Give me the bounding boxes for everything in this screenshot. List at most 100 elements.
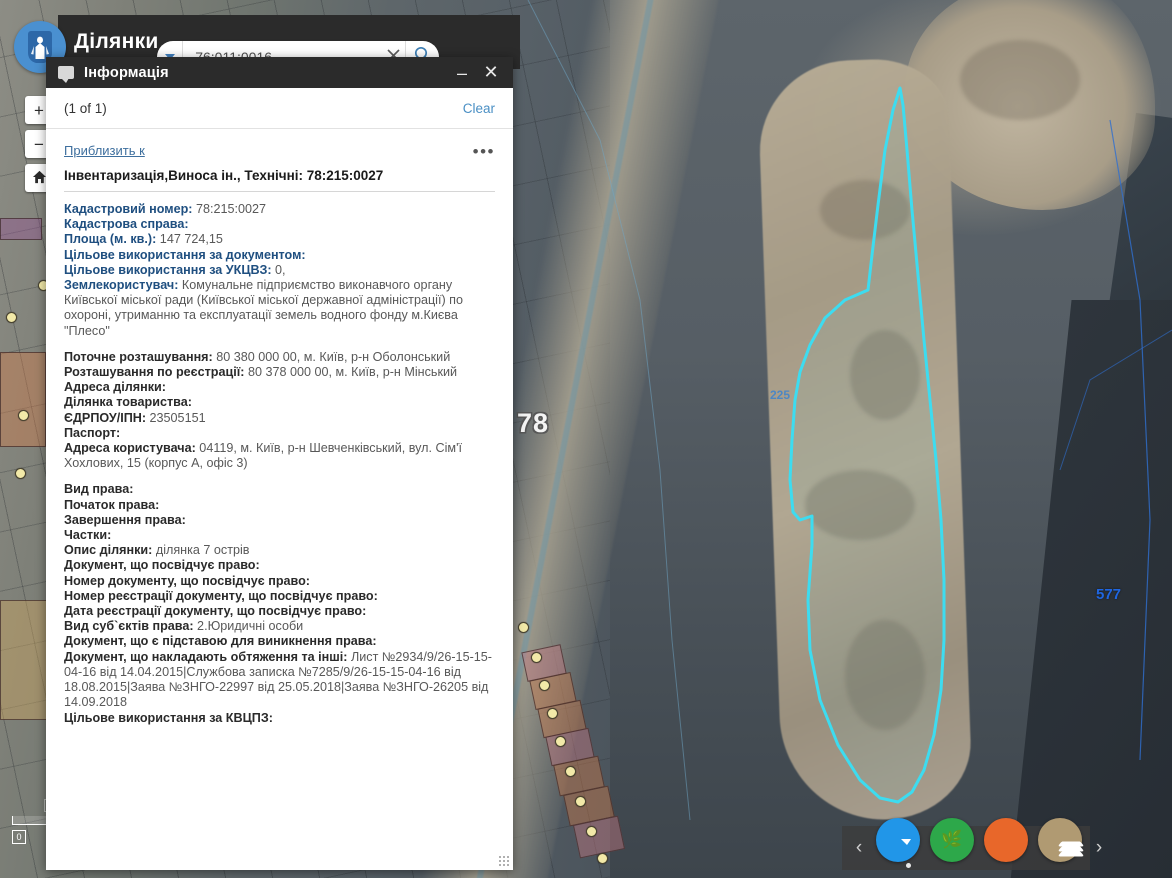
attribute-key: ЄДРПОУ/ІПН: [64,410,147,425]
map-point-marker[interactable] [547,708,558,719]
widget-button-group: 🌿 [876,818,1085,870]
map-point-marker[interactable] [531,652,542,663]
result-count: (1 of 1) [64,100,107,116]
map-point-marker[interactable] [586,826,597,837]
map-point-marker[interactable] [575,796,586,807]
minus-icon: − [34,134,44,154]
map-point-marker[interactable] [6,312,17,323]
attribute-row: Початок права: [64,498,495,513]
attribute-key: Опис ділянки: [64,543,153,558]
map-point-marker[interactable] [15,468,26,479]
leaf-tractor-icon: 🌿 [941,830,963,849]
layer-list-widget[interactable] [1038,818,1085,862]
attribute-key: Адреса ділянки: [64,380,166,395]
widget-next-button[interactable]: › [1082,826,1116,870]
attribute-key: Кадастрова справа: [64,217,189,232]
info-panel-title: Інформація [84,64,169,81]
attribute-key: Вид права: [64,482,134,497]
attribute-row: Цільове використання за КВЦПЗ: [64,711,495,726]
attribute-row: Адреса ділянки: [64,380,495,395]
attribute-row: Документ, що посвідчує право: [64,558,495,573]
attribute-row: Ділянка товариства: [64,395,495,410]
attribute-spacer [64,471,495,482]
map-point-marker[interactable] [565,766,576,777]
attribute-row: Кадастрова справа: [64,217,495,232]
attribute-row: Вид права: [64,482,495,497]
attribute-key: Вид суб`єктів права: [64,619,194,634]
clear-results-button[interactable]: Clear [463,101,495,116]
info-panel-body: Приблизить к ••• Інвентаризація,Виноса і… [46,129,513,870]
attribute-key: Розташування по реєстрації: [64,365,245,380]
attribute-key: Номер реєстрації документу, що посвідчує… [64,588,378,603]
attribute-key: Дата реєстрації документу, що посвідчує … [64,604,367,619]
attribute-row: Цільове використання за УКЦВЗ: 0, [64,263,495,278]
attribute-value: 80 378 000 00, м. Київ, р-н Мінський [244,365,458,380]
cadastral-parcel[interactable] [0,600,48,720]
attribute-key: Кадастровий номер: [64,202,193,216]
info-panel-actions: Приблизить к ••• [64,143,495,160]
info-panel-header[interactable]: Інформація – ✕ [46,57,513,88]
attribute-key: Номер документу, що посвідчує право: [64,573,310,588]
map-point-marker[interactable] [555,736,566,747]
scale-bar-label: 0 [12,830,26,844]
speech-bubble-icon [58,66,74,83]
attribute-row: Документ, що накладають обтяження та інш… [64,650,495,711]
attribute-row: Площа (м. кв.): 147 724,15 [64,232,495,247]
attribute-key: Частки: [64,528,112,543]
widget-page-indicator [906,863,911,868]
more-options-button[interactable]: ••• [473,143,495,160]
attribute-key: Документ, що накладають обтяження та інш… [64,649,348,664]
cadastral-parcel[interactable] [0,352,46,447]
attribute-table-widget[interactable] [984,818,1028,862]
attribute-row: Частки: [64,528,495,543]
attribute-key: Поточне розташування: [64,349,213,364]
attribute-value: 0, [271,262,286,277]
attribute-key: Паспорт: [64,425,121,440]
attribute-value: 78:215:0027 [192,202,267,216]
attribute-row: Завершення права: [64,513,495,528]
eco-widget[interactable]: 🌿 [930,818,974,862]
attribute-key: Документ, що є підставою для виникнення … [64,634,377,649]
feature-attribute-list: Кадастровий номер: 78:215:0027 Кадастрова… [64,202,495,726]
attribute-row: Розташування по реєстрації: 80 378 000 0… [64,365,495,380]
attribute-row: Документ, що є підставою для виникнення … [64,634,495,649]
panel-resize-handle[interactable] [498,855,510,867]
cadastral-parcel[interactable] [0,218,42,240]
map-point-marker[interactable] [539,680,550,691]
attribute-row: Опис ділянки: ділянка 7 острів [64,543,495,558]
attribute-row: Номер реєстрації документу, що посвідчує… [64,589,495,604]
attribute-row: Цільове використання за документом: [64,248,495,263]
attribute-row: Землекористувач: Комунальне підприємство… [64,278,495,339]
map-point-marker[interactable] [597,853,608,864]
attribute-key: Адреса користувача: [64,441,196,456]
popup-widget[interactable] [876,818,920,862]
close-button[interactable]: ✕ [479,62,503,84]
attribute-spacer [64,339,495,350]
widget-toolbar: ‹ 🌿 › [842,818,1102,870]
feature-title: Інвентаризація,Виноса ін., Технічні: 78:… [64,168,495,192]
info-panel-count-bar: (1 of 1) Clear [46,88,513,129]
attribute-value: ділянка 7 острів [152,543,250,558]
info-popup-panel: Інформація – ✕ (1 of 1) Clear Приблизить… [46,57,513,870]
widget-prev-button[interactable]: ‹ [842,826,876,870]
attribute-row: Дата реєстрації документу, що посвідчує … [64,604,495,619]
attribute-key: Ділянка товариства: [64,395,192,410]
zoom-to-feature-link[interactable]: Приблизить к [64,143,473,158]
map-point-marker[interactable] [18,410,29,421]
attribute-key: Документ, що посвідчує право: [64,558,260,573]
attribute-row: Паспорт: [64,426,495,441]
attribute-key: Початок права: [64,497,160,512]
attribute-key: Землекористувач: [64,278,179,293]
attribute-row: ЄДРПОУ/ІПН: 23505151 [64,411,495,426]
map-point-marker[interactable] [518,622,529,633]
attribute-row: Вид суб`єктів права: 2.Юридичні особи [64,619,495,634]
attribute-value: 80 380 000 00, м. Київ, р-н Оболонський [212,349,451,364]
minimize-button[interactable]: – [451,62,473,84]
attribute-row: Поточне розташування: 80 380 000 00, м. … [64,350,495,365]
attribute-value: 2.Юридичні особи [193,619,304,634]
attribute-key: Завершення права: [64,512,186,527]
attribute-key: Площа (м. кв.): [64,232,157,247]
attribute-row: Адреса користувача: 04119, м. Київ, р-н … [64,441,495,471]
attribute-value: 23505151 [146,410,206,425]
attribute-row: Номер документу, що посвідчує право: [64,574,495,589]
